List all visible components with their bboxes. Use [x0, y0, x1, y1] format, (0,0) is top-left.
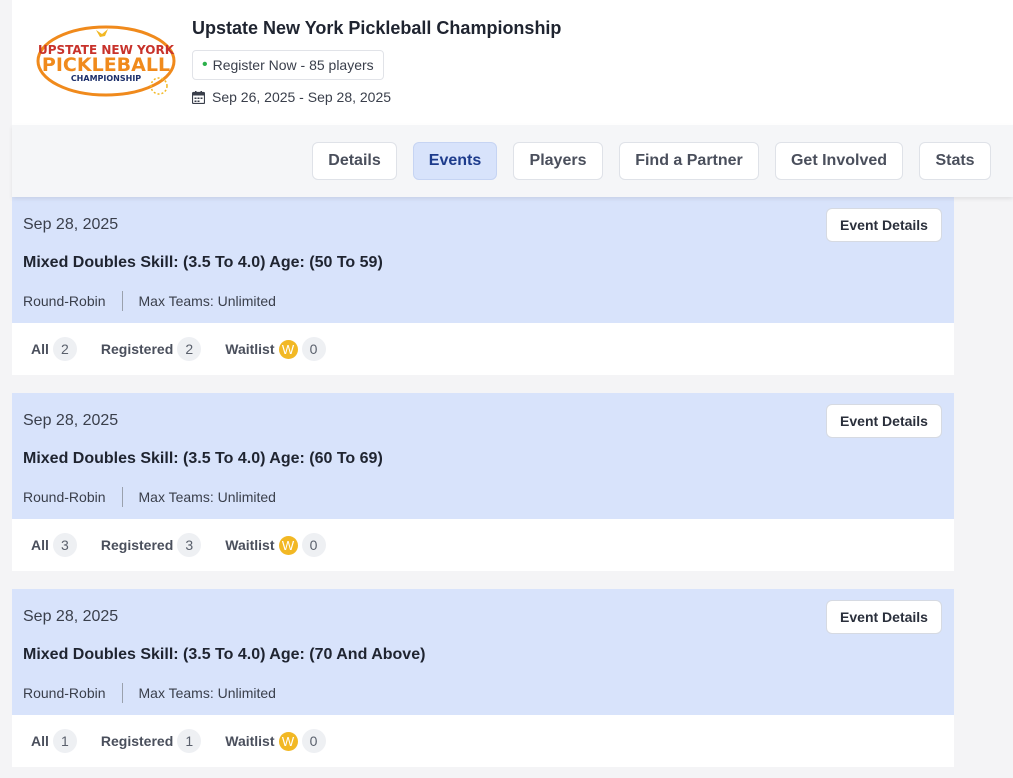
filter-registered-count: 1	[177, 729, 202, 753]
event-details-button[interactable]: Event Details	[826, 404, 942, 438]
event-tabs: All 2 Registered 2 Waitlist W 0	[12, 323, 954, 375]
date-range: Sep 26, 2025 - Sep 28, 2025	[212, 89, 392, 105]
divider	[121, 683, 123, 703]
tournament-logo: UPSTATE NEW YORK PICKLEBALL CHAMPIONSHIP	[36, 25, 176, 97]
filter-registered-label: Registered	[100, 537, 174, 553]
event-summary: Sep 28, 2025 Event Details Mixed Doubles…	[12, 589, 954, 715]
event-format: Round-Robin	[23, 489, 106, 505]
event-meta: Round-Robin Max Teams: Unlimited	[23, 487, 276, 507]
filter-registered[interactable]: Registered 1	[100, 729, 202, 753]
tab-get-involved[interactable]: Get Involved	[775, 142, 903, 180]
filter-all[interactable]: All 2	[31, 337, 77, 361]
filter-waitlist-count: 0	[301, 533, 326, 557]
event-details-button[interactable]: Event Details	[826, 208, 942, 242]
filter-waitlist[interactable]: Waitlist W 0	[225, 729, 326, 753]
divider	[121, 487, 123, 507]
filter-waitlist-label: Waitlist	[225, 733, 275, 749]
waitlist-icon: W	[278, 731, 298, 751]
filter-registered-count: 2	[177, 337, 202, 361]
filter-all-label: All	[31, 537, 49, 553]
event-tabs: All 1 Registered 1 Waitlist W 0	[12, 715, 954, 767]
calendar-icon	[192, 90, 205, 104]
event-summary: Sep 28, 2025 Event Details Mixed Doubles…	[12, 393, 954, 519]
tournament-dates: Sep 26, 2025 - Sep 28, 2025	[192, 89, 391, 105]
filter-waitlist-count: 0	[301, 729, 326, 753]
event-summary: Sep 28, 2025 Event Details Mixed Doubles…	[12, 197, 954, 323]
tab-stats[interactable]: Stats	[919, 142, 991, 180]
event-date: Sep 28, 2025	[23, 608, 119, 625]
filter-registered-count: 3	[177, 533, 202, 557]
event-card: Sep 28, 2025 Event Details Mixed Doubles…	[12, 393, 954, 571]
event-details-button[interactable]: Event Details	[826, 600, 942, 634]
filter-registered[interactable]: Registered 3	[100, 533, 202, 557]
svg-text:PICKLEBALL: PICKLEBALL	[42, 54, 170, 76]
waitlist-icon: W	[278, 535, 298, 555]
tab-events[interactable]: Events	[413, 142, 497, 180]
filter-all-label: All	[31, 341, 49, 357]
event-name: Mixed Doubles Skill: (3.5 To 4.0) Age: (…	[23, 450, 383, 467]
event-date: Sep 28, 2025	[23, 412, 119, 429]
event-name: Mixed Doubles Skill: (3.5 To 4.0) Age: (…	[23, 254, 383, 271]
event-max-teams: Max Teams: Unlimited	[138, 293, 276, 309]
filter-waitlist[interactable]: Waitlist W 0	[225, 337, 326, 361]
filter-waitlist-label: Waitlist	[225, 537, 275, 553]
filter-waitlist-label: Waitlist	[225, 341, 275, 357]
svg-text:CHAMPIONSHIP: CHAMPIONSHIP	[71, 74, 141, 83]
filter-waitlist[interactable]: Waitlist W 0	[225, 533, 326, 557]
divider	[121, 291, 123, 311]
filter-all-count: 1	[52, 729, 77, 753]
tab-details[interactable]: Details	[312, 142, 397, 180]
filter-all-count: 2	[52, 337, 77, 361]
event-date: Sep 28, 2025	[23, 216, 119, 233]
tab-find-a-partner[interactable]: Find a Partner	[619, 142, 759, 180]
register-label: Register Now - 85 players	[212, 57, 374, 73]
register-status-button[interactable]: • Register Now - 85 players	[192, 50, 384, 80]
filter-registered[interactable]: Registered 2	[100, 337, 202, 361]
event-card: Sep 28, 2025 Event Details Mixed Doubles…	[12, 197, 954, 375]
tournament-header: UPSTATE NEW YORK PICKLEBALL CHAMPIONSHIP…	[12, 0, 1013, 125]
status-dot-icon: •	[202, 56, 208, 73]
filter-all-label: All	[31, 733, 49, 749]
event-format: Round-Robin	[23, 293, 106, 309]
event-format: Round-Robin	[23, 685, 106, 701]
event-card: Sep 28, 2025 Event Details Mixed Doubles…	[12, 589, 954, 767]
page-title: Upstate New York Pickleball Championship	[192, 18, 562, 38]
filter-registered-label: Registered	[100, 733, 174, 749]
filter-registered-label: Registered	[100, 341, 174, 357]
filter-all-count: 3	[52, 533, 77, 557]
filter-waitlist-count: 0	[301, 337, 326, 361]
event-max-teams: Max Teams: Unlimited	[138, 685, 276, 701]
event-name: Mixed Doubles Skill: (3.5 To 4.0) Age: (…	[23, 646, 426, 663]
tab-players[interactable]: Players	[513, 142, 603, 180]
filter-all[interactable]: All 1	[31, 729, 77, 753]
event-tabs: All 3 Registered 3 Waitlist W 0	[12, 519, 954, 571]
event-max-teams: Max Teams: Unlimited	[138, 489, 276, 505]
event-meta: Round-Robin Max Teams: Unlimited	[23, 683, 276, 703]
waitlist-icon: W	[278, 339, 298, 359]
event-meta: Round-Robin Max Teams: Unlimited	[23, 291, 276, 311]
tournament-nav: Details Events Players Find a Partner Ge…	[12, 125, 1013, 197]
filter-all[interactable]: All 3	[31, 533, 77, 557]
